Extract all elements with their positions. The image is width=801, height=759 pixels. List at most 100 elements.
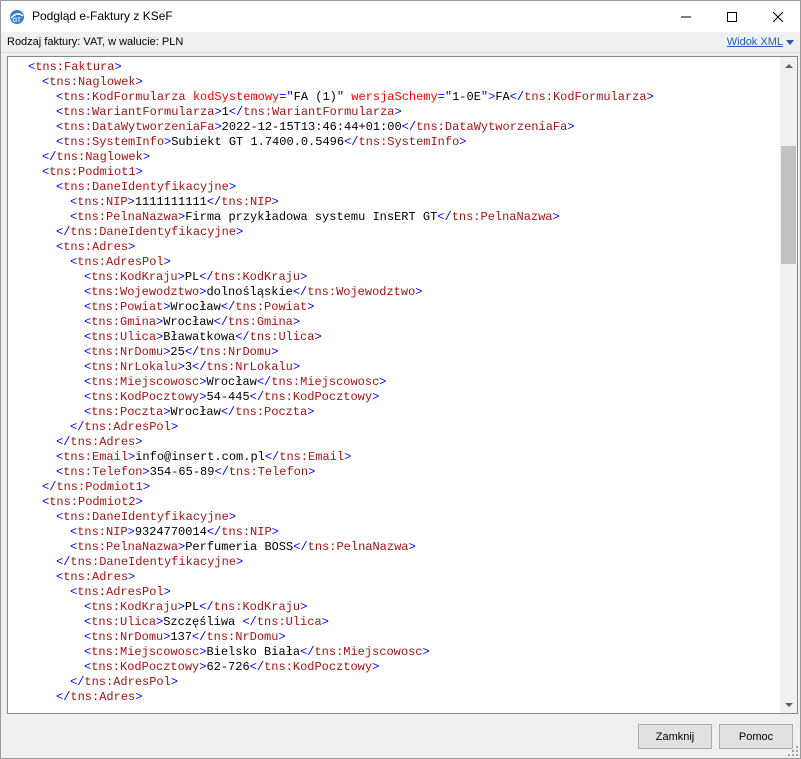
xml-line: <tns:KodPocztowy>54-445</tns:KodPocztowy…: [8, 390, 781, 405]
xml-tag-name: tns:Faktura: [35, 60, 115, 74]
xml-tag-name: tns:Ulica: [91, 615, 157, 629]
xml-text: 354-65-89: [149, 465, 215, 479]
xml-bracket: >: [214, 105, 222, 119]
xml-bracket: >: [142, 465, 150, 479]
scrollbar-thumb[interactable]: [781, 146, 796, 264]
xml-attribute: wersjaSchemy: [351, 90, 438, 104]
xml-tag-name: tns:Miejscowosc: [271, 375, 380, 389]
xml-bracket: >: [135, 495, 143, 509]
vertical-scrollbar[interactable]: [780, 57, 797, 713]
xml-line: <tns:Podmiot1>: [8, 165, 781, 180]
xml-line: <tns:PelnaNazwa>Firma przykładowa system…: [8, 210, 781, 225]
xml-line: <tns:Ulica>Bławatkowa</tns:Ulica>: [8, 330, 781, 345]
xml-line: <tns:KodKraju>PL</tns:KodKraju>: [8, 600, 781, 615]
xml-tag-name: tns:Poczta: [91, 405, 164, 419]
xml-line: <tns:Gmina>Wrocław</tns:Gmina>: [8, 315, 781, 330]
xml-line: <tns:DataWytworzeniaFa>2022-12-15T13:46:…: [8, 120, 781, 135]
xml-tag-name: tns:NIP: [77, 195, 128, 209]
xml-tag-name: tns:Adres: [70, 690, 136, 704]
xml-text: Bławatkowa: [163, 330, 236, 344]
xml-tag-name: tns:SystemInfo: [358, 135, 460, 149]
scroll-down-button[interactable]: [780, 696, 797, 713]
xml-line: <tns:KodKraju>PL</tns:KodKraju>: [8, 270, 781, 285]
xml-line: <tns:SystemInfo>Subiekt GT 1.7400.0.5496…: [8, 135, 781, 150]
xml-bracket: >: [271, 525, 279, 539]
xml-line: <tns:Wojewodztwo>dolnośląskie</tns:Wojew…: [8, 285, 781, 300]
resize-grip-icon[interactable]: [788, 746, 798, 756]
minimize-button[interactable]: [663, 1, 709, 32]
xml-bracket: >: [408, 540, 416, 554]
xml-tag-name: tns:NIP: [221, 195, 272, 209]
xml-bracket: >: [415, 285, 423, 299]
xml-line: </tns:Naglowek>: [8, 150, 781, 165]
maximize-button[interactable]: [709, 1, 755, 32]
xml-tag-name: tns:Telefon: [228, 465, 309, 479]
xml-tag-name: tns:KodPocztowy: [91, 660, 200, 674]
xml-bracket: </: [256, 375, 272, 389]
title-bar[interactable]: GT Podgląd e-Faktury z KSeF: [1, 1, 800, 32]
xml-tag-name: tns:Ulica: [91, 330, 157, 344]
xml-tag-name: tns:AdresPol: [84, 675, 171, 689]
xml-text: 2022-12-15T13:46:44+01:00: [221, 120, 402, 134]
xml-tag-name: tns:DaneIdentyfikacyjne: [63, 510, 229, 524]
xml-line: <tns:Email>info@insert.com.pl</tns:Email…: [8, 450, 781, 465]
xml-bracket: >: [646, 90, 654, 104]
xml-attribute: kodSystemowy: [192, 90, 280, 104]
xml-tag-name: tns:Gmina: [228, 315, 293, 329]
xml-text: PL: [184, 270, 200, 284]
scroll-up-button[interactable]: [780, 57, 797, 74]
xml-bracket: >: [127, 525, 135, 539]
xml-line: <tns:Miejscowosc>Wrocław</tns:Miejscowos…: [8, 375, 781, 390]
xml-bracket: ": [336, 90, 345, 104]
xml-tag-name: tns:Podmiot1: [56, 480, 143, 494]
xml-bracket: </: [199, 270, 214, 284]
xml-bracket: >: [228, 180, 237, 194]
xml-tag-name: tns:Miejscowosc: [91, 375, 200, 389]
xml-tag-name: tns:SystemInfo: [63, 135, 165, 149]
xml-tag-name: tns:AdresPol: [77, 585, 164, 599]
xml-line: <tns:Naglowek>: [8, 75, 781, 90]
xml-bracket: ">: [480, 90, 496, 104]
xml-text: 25: [170, 345, 185, 359]
xml-bracket: >: [135, 435, 143, 449]
xml-bracket: </: [249, 390, 265, 404]
view-mode-link[interactable]: Widok XML: [727, 36, 794, 48]
xml-tag-name: tns:DaneIdentyfikacyjne: [70, 225, 237, 239]
close-window-button[interactable]: [755, 1, 801, 32]
xml-line: </tns:Podmiot1>: [8, 480, 781, 495]
xml-tag-name: tns:NrDomu: [206, 630, 279, 644]
close-icon: [773, 11, 783, 22]
xml-line: <tns:Miejscowosc>Bielsko Biała</tns:Miej…: [8, 645, 781, 660]
preview-window: GT Podgląd e-Faktury z KSeF Rodzaj faktu…: [0, 0, 801, 759]
xml-bracket: >: [552, 210, 560, 224]
xml-tag-name: tns:Poczta: [235, 405, 308, 419]
xml-bracket: >: [292, 315, 301, 329]
help-button[interactable]: Pomoc: [719, 724, 793, 749]
maximize-icon: [727, 11, 737, 22]
xml-bracket: </: [206, 195, 222, 209]
xml-viewer[interactable]: <tns:Faktura> <tns:Naglowek> <tns:KodFormu…: [7, 56, 798, 714]
xml-bracket: </: [292, 285, 308, 299]
xml-tag-name: tns:NrLokalu: [206, 360, 293, 374]
xml-bracket: >: [177, 270, 185, 284]
close-button[interactable]: Zamknij: [638, 724, 712, 749]
xml-text: Szczęśliwa: [163, 615, 243, 629]
xml-tag-name: tns:Ulica: [249, 330, 315, 344]
xml-bracket: </: [235, 330, 250, 344]
xml-tag-name: tns:Adres: [70, 435, 136, 449]
xml-tag-name: tns:NrDomu: [199, 345, 272, 359]
xml-bracket: >: [128, 570, 136, 584]
xml-tag-name: tns:NIP: [77, 525, 128, 539]
xml-line: <tns:NrLokalu>3</tns:NrLokalu>: [8, 360, 781, 375]
xml-bracket: </: [344, 135, 359, 149]
svg-text:GT: GT: [13, 18, 22, 24]
xml-line: <tns:NIP>9324770014</tns:NIP>: [8, 525, 781, 540]
xml-tag-name: tns:DaneIdentyfikacyjne: [70, 555, 237, 569]
xml-bracket: </: [264, 450, 280, 464]
xml-bracket: </: [228, 105, 244, 119]
xml-line: <tns:Powiat>Wrocław</tns:Powiat>: [8, 300, 781, 315]
xml-bracket: </: [214, 465, 229, 479]
xml-bracket: >: [314, 330, 322, 344]
xml-bracket: </: [220, 405, 236, 419]
gt-logo-icon: GT: [10, 10, 24, 24]
